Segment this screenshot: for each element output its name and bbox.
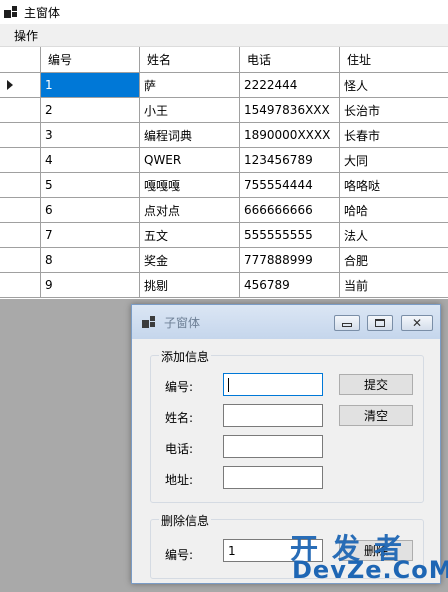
id-label: 编号: bbox=[165, 380, 194, 394]
maximize-button[interactable] bbox=[367, 315, 393, 331]
text-caret bbox=[228, 377, 229, 392]
clear-button[interactable]: 清空 bbox=[339, 405, 413, 426]
add-info-legend: 添加信息 bbox=[159, 348, 212, 365]
close-button[interactable]: ✕ bbox=[401, 315, 433, 331]
id-input[interactable] bbox=[223, 373, 323, 396]
watermark-en-text: DevZe.CoM bbox=[292, 556, 448, 584]
child-window-title: 子窗体 bbox=[164, 315, 201, 330]
column-header-name[interactable]: 姓名 bbox=[140, 47, 240, 72]
row-header-corner[interactable] bbox=[0, 47, 41, 72]
row-header[interactable] bbox=[0, 248, 41, 272]
table-cell[interactable]: 1890000XXXX bbox=[240, 123, 340, 147]
table-cell[interactable]: 123456789 bbox=[240, 148, 340, 172]
main-window-title: 主窗体 bbox=[24, 5, 61, 20]
delete-info-legend: 删除信息 bbox=[159, 512, 212, 529]
table-cell[interactable]: 小王 bbox=[140, 98, 240, 122]
table-cell[interactable]: 5 bbox=[41, 173, 140, 197]
table-cell[interactable]: 五文 bbox=[140, 223, 240, 247]
table-cell[interactable]: 7 bbox=[41, 223, 140, 247]
table-cell[interactable]: 当前 bbox=[340, 273, 448, 297]
menu-item-operation[interactable]: 操作 bbox=[0, 27, 46, 44]
table-row[interactable]: 6 点对点 666666666 哈哈 bbox=[0, 198, 448, 223]
row-header[interactable] bbox=[0, 98, 41, 122]
maximize-icon bbox=[375, 319, 385, 327]
table-cell[interactable]: 嘎嘎嘎 bbox=[140, 173, 240, 197]
phone-input[interactable] bbox=[223, 435, 323, 458]
address-input[interactable] bbox=[223, 466, 323, 489]
close-icon: ✕ bbox=[411, 316, 423, 330]
table-cell[interactable]: 456789 bbox=[240, 273, 340, 297]
table-row[interactable]: 5 嘎嘎嘎 755554444 咯咯哒 bbox=[0, 173, 448, 198]
table-row[interactable]: 2 小王 15497836XXX 长治市 bbox=[0, 98, 448, 123]
table-cell[interactable]: 萨 bbox=[140, 73, 240, 97]
name-input[interactable] bbox=[223, 404, 323, 427]
table-cell[interactable]: 挑剔 bbox=[140, 273, 240, 297]
table-cell[interactable]: 777888999 bbox=[240, 248, 340, 272]
table-cell[interactable]: 大同 bbox=[340, 148, 448, 172]
table-row[interactable]: 4 QWER 123456789 大同 bbox=[0, 148, 448, 173]
table-row[interactable]: 3 编程词典 1890000XXXX 长春市 bbox=[0, 123, 448, 148]
row-header[interactable] bbox=[0, 148, 41, 172]
table-cell[interactable]: 15497836XXX bbox=[240, 98, 340, 122]
table-cell[interactable]: 奖金 bbox=[140, 248, 240, 272]
table-cell[interactable]: 1 bbox=[41, 73, 140, 97]
table-row[interactable]: 7 五文 555555555 法人 bbox=[0, 223, 448, 248]
table-row[interactable]: 9 挑剔 456789 当前 bbox=[0, 273, 448, 298]
table-cell[interactable]: 合肥 bbox=[340, 248, 448, 272]
minimize-button[interactable] bbox=[334, 315, 360, 331]
table-cell[interactable]: 长春市 bbox=[340, 123, 448, 147]
delete-id-label: 编号: bbox=[165, 548, 194, 562]
table-cell[interactable]: 2222444 bbox=[240, 73, 340, 97]
table-cell[interactable]: 哈哈 bbox=[340, 198, 448, 222]
row-header[interactable] bbox=[0, 273, 41, 297]
row-header[interactable] bbox=[0, 223, 41, 247]
add-info-group: 添加信息 编号: 姓名: 电话: 地址: 提交 清空 bbox=[150, 348, 424, 503]
phone-label: 电话: bbox=[165, 442, 194, 456]
table-cell[interactable]: 755554444 bbox=[240, 173, 340, 197]
name-label: 姓名: bbox=[165, 411, 194, 425]
app-icon bbox=[4, 5, 18, 19]
row-header[interactable] bbox=[0, 123, 41, 147]
row-header[interactable] bbox=[0, 73, 41, 97]
grid-header-row: 编号 姓名 电话 住址 bbox=[0, 47, 448, 73]
column-header-address[interactable]: 住址 bbox=[340, 47, 448, 72]
row-header[interactable] bbox=[0, 198, 41, 222]
table-cell[interactable]: 法人 bbox=[340, 223, 448, 247]
table-cell[interactable]: 9 bbox=[41, 273, 140, 297]
delete-id-input-value: 1 bbox=[228, 543, 236, 558]
table-cell[interactable]: 3 bbox=[41, 123, 140, 147]
table-row[interactable]: 1 萨 2222444 怪人 bbox=[0, 73, 448, 98]
table-cell[interactable]: 编程词典 bbox=[140, 123, 240, 147]
main-window-titlebar[interactable]: 主窗体 bbox=[0, 0, 448, 24]
table-cell[interactable]: 666666666 bbox=[240, 198, 340, 222]
table-cell[interactable]: 2 bbox=[41, 98, 140, 122]
column-header-id[interactable]: 编号 bbox=[41, 47, 140, 72]
table-cell[interactable]: 6 bbox=[41, 198, 140, 222]
table-cell[interactable]: 点对点 bbox=[140, 198, 240, 222]
table-cell[interactable]: 4 bbox=[41, 148, 140, 172]
table-cell[interactable]: 555555555 bbox=[240, 223, 340, 247]
table-cell[interactable]: 咯咯哒 bbox=[340, 173, 448, 197]
menu-bar: 操作 bbox=[0, 24, 448, 46]
table-cell[interactable]: 长治市 bbox=[340, 98, 448, 122]
submit-button[interactable]: 提交 bbox=[339, 374, 413, 395]
table-row[interactable]: 8 奖金 777888999 合肥 bbox=[0, 248, 448, 273]
child-window-titlebar[interactable]: 子窗体 ✕ bbox=[132, 305, 440, 339]
table-cell[interactable]: 怪人 bbox=[340, 73, 448, 97]
current-row-arrow-icon bbox=[7, 80, 13, 90]
data-grid[interactable]: 编号 姓名 电话 住址 1 萨 2222444 怪人 2 小王 15497836… bbox=[0, 46, 448, 299]
child-app-icon bbox=[142, 315, 156, 329]
table-cell[interactable]: QWER bbox=[140, 148, 240, 172]
row-header[interactable] bbox=[0, 173, 41, 197]
table-cell[interactable]: 8 bbox=[41, 248, 140, 272]
address-label: 地址: bbox=[165, 473, 194, 487]
column-header-phone[interactable]: 电话 bbox=[240, 47, 340, 72]
minimize-icon bbox=[342, 322, 352, 327]
